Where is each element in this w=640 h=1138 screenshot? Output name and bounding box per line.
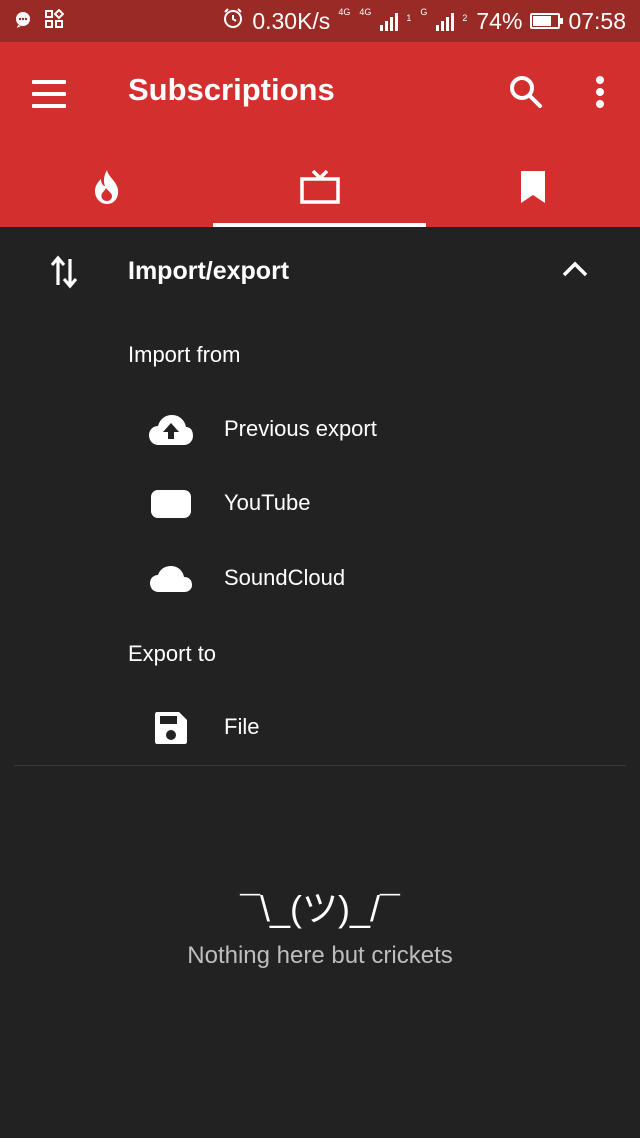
import-from-label: Import from bbox=[128, 342, 241, 367]
import-item-label: YouTube bbox=[224, 490, 311, 515]
battery-icon bbox=[530, 13, 564, 29]
save-icon bbox=[148, 710, 194, 746]
sim1-label: 1 bbox=[406, 13, 412, 23]
battery-level bbox=[533, 16, 552, 26]
import-previous-export[interactable]: Previous export bbox=[128, 400, 628, 460]
tab-subscriptions[interactable] bbox=[213, 152, 426, 227]
network-type-primary: 4G bbox=[338, 7, 351, 17]
app-bar: Subscriptions bbox=[0, 42, 640, 227]
tab-trending[interactable] bbox=[0, 152, 213, 227]
chat-notification-icon bbox=[14, 8, 32, 35]
more-vert-icon[interactable] bbox=[584, 72, 616, 112]
export-file[interactable]: File bbox=[128, 698, 628, 758]
import-export-icon bbox=[50, 255, 78, 294]
import-export-title: Import/export bbox=[128, 257, 290, 285]
export-item-label: File bbox=[224, 714, 260, 739]
import-export-header[interactable]: Import/export bbox=[0, 227, 640, 319]
network-speed: 0.30K/s bbox=[252, 7, 331, 34]
empty-state-emoji: ¯\_(ツ)_/¯ bbox=[240, 888, 400, 929]
clock: 07:58 bbox=[568, 7, 626, 34]
chevron-up-icon[interactable] bbox=[560, 259, 590, 284]
cloud-icon bbox=[148, 561, 194, 597]
alarm-icon bbox=[222, 7, 244, 35]
import-item-label: Previous export bbox=[224, 416, 377, 441]
status-bar: 0.30K/s 4G 4G 1 G 2 74% 07:58 bbox=[0, 0, 640, 42]
empty-state-message: Nothing here but crickets bbox=[187, 942, 453, 969]
signal-sim2-icon bbox=[436, 11, 455, 31]
hamburger-menu-icon[interactable] bbox=[30, 78, 70, 110]
trending-fire-icon bbox=[91, 169, 123, 210]
youtube-icon bbox=[148, 486, 194, 522]
tab-bookmarks[interactable] bbox=[426, 152, 640, 227]
cloud-upload-icon bbox=[148, 412, 194, 448]
sim2-label: 2 bbox=[462, 13, 468, 23]
sim2-network-tag: G bbox=[420, 7, 428, 17]
page-title: Subscriptions bbox=[128, 72, 335, 107]
signal-sim1-icon bbox=[380, 11, 399, 31]
tab-bar bbox=[0, 152, 640, 227]
import-soundcloud[interactable]: SoundCloud bbox=[128, 549, 628, 609]
bookmark-icon bbox=[520, 170, 546, 209]
battery-percent: 74% bbox=[476, 7, 523, 34]
section-divider bbox=[14, 765, 626, 766]
import-youtube[interactable]: YouTube bbox=[128, 474, 628, 534]
network-type-secondary: 4G bbox=[359, 7, 372, 17]
apps-notification-icon bbox=[44, 8, 65, 35]
export-to-label: Export to bbox=[128, 641, 217, 666]
tv-icon bbox=[299, 169, 340, 209]
import-item-label: SoundCloud bbox=[224, 565, 346, 590]
search-icon[interactable] bbox=[506, 72, 546, 112]
